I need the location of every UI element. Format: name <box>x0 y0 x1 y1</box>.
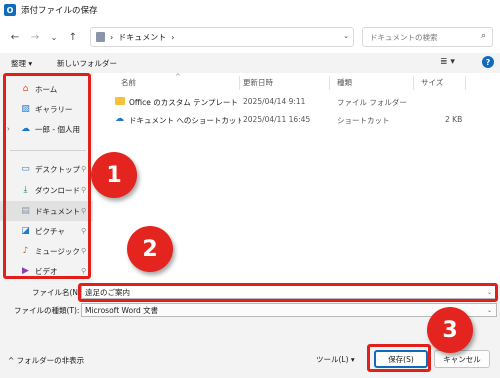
filename-dropdown-icon[interactable]: ⌄ <box>487 289 492 296</box>
file-name: Office のカスタム テンプレート <box>129 98 238 107</box>
file-modified: 2025/04/11 16:45 <box>243 115 311 124</box>
search-icon: ⌕ <box>480 31 486 41</box>
sidebar-item-documents[interactable]: ▤ ドキュメント ⚲ <box>0 201 93 221</box>
recent-locations-chevron-icon[interactable]: ⌄ <box>47 30 61 44</box>
forward-arrow-icon[interactable]: → <box>28 30 42 44</box>
filename-row: ファイル名(N): 遠足のご案内 ⌄ <box>0 283 500 303</box>
onedrive-cloud-icon: ☁ <box>21 124 30 134</box>
column-header-type[interactable]: 種類 <box>337 77 352 88</box>
filetype-label: ファイルの種類(T): <box>14 306 80 315</box>
cancel-button[interactable]: キャンセル <box>434 350 490 368</box>
column-divider[interactable] <box>413 76 414 90</box>
address-dropdown-icon[interactable]: ⌄ <box>343 32 349 40</box>
sidebar-item-downloads[interactable]: ⤓ ダウンロード ⚲ <box>0 180 93 200</box>
filename-value: 遠足のご案内 <box>85 287 130 297</box>
onedrive-shortcut-icon: ☁ <box>115 114 124 124</box>
file-name: ドキュメント へのショートカット (One... <box>129 116 241 125</box>
sidebar-item-label: 一郎 - 個人用 <box>35 124 80 134</box>
address-bar[interactable]: › ドキュメント › ⌄ <box>90 27 354 47</box>
sidebar-item-gallery[interactable]: ▨ ギャラリー <box>0 99 93 119</box>
pin-icon: ⚲ <box>81 207 87 215</box>
sidebar-item-label: ビデオ <box>35 266 58 276</box>
tools-dropdown[interactable]: ツール(L) ▾ <box>316 354 355 365</box>
sidebar-item-label: デスクトップ <box>35 164 80 174</box>
hide-folders-button[interactable]: ^ フォルダーの非表示 <box>8 355 84 366</box>
documents-folder-icon <box>96 32 105 42</box>
outlook-app-icon: O <box>4 4 16 16</box>
filetype-value: Microsoft Word 文書 <box>85 305 159 315</box>
sidebar-item-label: ホーム <box>35 84 58 94</box>
pin-icon: ⚲ <box>81 267 87 275</box>
documents-icon: ▤ <box>21 206 30 216</box>
expand-chevron-icon[interactable]: › <box>7 125 10 133</box>
music-icon: ♪ <box>22 246 29 256</box>
video-icon: ▶ <box>22 266 29 276</box>
breadcrumb-separator: › <box>110 32 114 42</box>
column-header-modified[interactable]: 更新日時 <box>243 77 273 88</box>
callout-badge-1: 1 <box>91 152 137 198</box>
help-icon[interactable]: ? <box>482 56 494 68</box>
pictures-icon: ◪ <box>21 226 30 236</box>
filetype-dropdown-icon[interactable]: ⌄ <box>487 307 492 314</box>
column-header-name[interactable]: 名前 <box>121 77 136 88</box>
column-divider[interactable] <box>329 76 330 90</box>
sidebar-item-music[interactable]: ♪ ミュージック ⚲ <box>0 241 93 261</box>
search-placeholder: ドキュメントの検索 <box>370 32 438 42</box>
column-header-size[interactable]: サイズ <box>421 77 443 88</box>
column-divider[interactable] <box>239 76 240 90</box>
file-type: ショートカット <box>337 116 390 125</box>
filename-input[interactable]: 遠足のご案内 ⌄ <box>81 285 497 299</box>
sidebar-item-desktop[interactable]: ▭ デスクトップ ⚲ <box>0 159 93 179</box>
gallery-icon: ▨ <box>21 104 30 114</box>
breadcrumb-documents[interactable]: ドキュメント <box>118 32 166 43</box>
download-icon: ⤓ <box>23 185 28 195</box>
sidebar-divider <box>10 150 86 151</box>
search-input[interactable]: ドキュメントの検索 ⌕ <box>362 27 493 47</box>
title-bar: O 添付ファイルの保存 <box>0 0 500 20</box>
sidebar-item-label: ミュージック <box>35 246 80 256</box>
table-row[interactable]: Office のカスタム テンプレート 2025/04/14 9:11 ファイル… <box>93 93 498 111</box>
file-modified: 2025/04/14 9:11 <box>243 97 306 106</box>
pin-icon: ⚲ <box>81 227 87 235</box>
pin-icon: ⚲ <box>81 186 87 194</box>
desktop-icon: ▭ <box>21 164 30 174</box>
home-icon: ⌂ <box>22 84 29 94</box>
sidebar-item-videos[interactable]: ▶ ビデオ ⚲ <box>0 261 93 281</box>
dialog-footer: ^ フォルダーの非表示 ツール(L) ▾ 保存(S) キャンセル <box>0 340 500 378</box>
navigation-bar: ← → ⌄ ↑ › ドキュメント › ⌄ ⟳ ドキュメントの検索 ⌕ <box>0 20 500 53</box>
filename-label: ファイル名(N): <box>32 288 84 297</box>
window-title: 添付ファイルの保存 <box>21 6 98 16</box>
sort-ascending-icon: ^ <box>175 73 181 81</box>
organize-button[interactable]: 整理 ▾ <box>11 58 32 69</box>
sidebar-item-label: ギャラリー <box>35 104 73 114</box>
save-button[interactable]: 保存(S) <box>374 350 428 368</box>
breadcrumb-chevron-icon[interactable]: › <box>171 33 174 42</box>
navigation-pane: ⌂ ホーム ▨ ギャラリー › ☁ 一郎 - 個人用 ▭ デスクトップ ⚲ ⤓ … <box>0 73 93 283</box>
sidebar-item-label: ドキュメント <box>35 206 80 216</box>
folder-icon <box>115 97 125 105</box>
file-type: ファイル フォルダー <box>337 98 407 107</box>
table-row[interactable]: ☁ ドキュメント へのショートカット (One... 2025/04/11 16… <box>93 111 498 129</box>
sidebar-item-label: ダウンロード <box>35 185 80 195</box>
sidebar-item-onedrive[interactable]: › ☁ 一郎 - 個人用 <box>0 119 93 139</box>
file-size: 2 KB <box>445 115 463 124</box>
view-options-icon[interactable]: ≣ ▾ <box>440 57 455 67</box>
command-bar: 整理 ▾ 新しいフォルダー ≣ ▾ ? <box>0 53 500 73</box>
back-arrow-icon[interactable]: ← <box>8 30 22 44</box>
new-folder-button[interactable]: 新しいフォルダー <box>57 58 117 69</box>
callout-badge-2: 2 <box>127 226 173 272</box>
up-arrow-icon[interactable]: ↑ <box>66 30 80 44</box>
pin-icon: ⚲ <box>81 165 87 173</box>
pin-icon: ⚲ <box>81 247 87 255</box>
sidebar-item-pictures[interactable]: ◪ ピクチャ ⚲ <box>0 221 93 241</box>
column-divider[interactable] <box>465 76 466 90</box>
sidebar-item-home[interactable]: ⌂ ホーム <box>0 79 93 99</box>
sidebar-item-label: ピクチャ <box>35 226 65 236</box>
callout-badge-3: 3 <box>427 307 473 353</box>
